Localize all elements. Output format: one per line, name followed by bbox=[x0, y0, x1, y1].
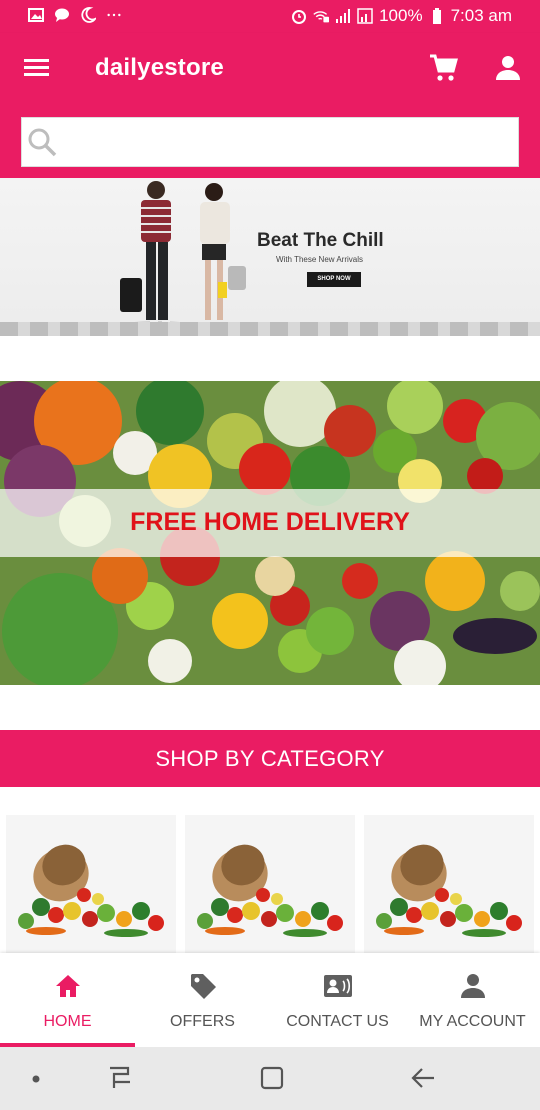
vegetable-basket-image bbox=[6, 815, 176, 955]
app-title: dailyestore bbox=[95, 54, 224, 81]
nav-my-account[interactable]: MY ACCOUNT bbox=[405, 953, 540, 1047]
alarm-icon bbox=[292, 10, 307, 24]
night-mode-icon bbox=[81, 7, 96, 23]
recent-apps-icon[interactable] bbox=[108, 1064, 134, 1092]
app-bar: dailyestore bbox=[0, 33, 540, 104]
category-card[interactable] bbox=[185, 815, 355, 955]
wooden-floor bbox=[0, 322, 540, 336]
more-notifications-icon bbox=[107, 13, 121, 17]
category-card[interactable] bbox=[364, 815, 534, 955]
free-delivery-banner[interactable]: FREE HOME DELIVERY bbox=[0, 381, 540, 685]
nav-home[interactable]: HOME bbox=[0, 953, 135, 1047]
search-input[interactable] bbox=[66, 118, 516, 166]
back-arrow-icon[interactable] bbox=[410, 1064, 436, 1092]
gallery-notification-icon bbox=[28, 8, 44, 22]
nav-contact-us-label: CONTACT US bbox=[286, 1013, 389, 1030]
shop-now-button[interactable]: SHOP NOW bbox=[307, 272, 361, 287]
signal-icon bbox=[336, 9, 351, 23]
bottom-navigation: HOME OFFERS CONTACT US MY ACCOUNT bbox=[0, 953, 540, 1047]
clock: 7:03 am bbox=[450, 6, 512, 25]
hamburger-menu-icon[interactable] bbox=[22, 53, 52, 83]
nav-contact-us[interactable]: CONTACT US bbox=[270, 953, 405, 1047]
vegetable-basket-image bbox=[185, 815, 355, 955]
banner-headline: Beat The Chill bbox=[257, 230, 384, 251]
fashion-promo-banner[interactable]: Beat The Chill With These New Arrivals S… bbox=[0, 178, 540, 336]
search-bar-container bbox=[0, 104, 540, 178]
nav-home-label: HOME bbox=[43, 1013, 92, 1030]
battery-level: 100% bbox=[379, 6, 423, 25]
wifi-calling-icon bbox=[313, 11, 330, 23]
user-account-icon[interactable] bbox=[494, 54, 522, 82]
dot-icon[interactable] bbox=[30, 1073, 42, 1085]
contact-card-icon bbox=[323, 975, 352, 997]
search-box[interactable] bbox=[21, 117, 519, 167]
message-notification-icon bbox=[55, 8, 69, 22]
nav-offers[interactable]: OFFERS bbox=[135, 953, 270, 1047]
vegetable-basket-image bbox=[364, 815, 534, 955]
delivery-text: FREE HOME DELIVERY bbox=[130, 508, 410, 536]
home-square-icon[interactable] bbox=[259, 1064, 285, 1092]
category-card[interactable] bbox=[6, 815, 176, 955]
models-image bbox=[119, 181, 246, 331]
shop-by-category-header: SHOP BY CATEGORY bbox=[0, 730, 540, 787]
battery-icon bbox=[432, 8, 441, 24]
tag-icon bbox=[190, 974, 216, 999]
search-icon bbox=[28, 128, 57, 157]
nav-my-account-label: MY ACCOUNT bbox=[419, 1013, 526, 1030]
home-icon bbox=[55, 975, 80, 997]
system-navigation-bar bbox=[0, 1047, 540, 1110]
status-bar: 100% 7:03 am bbox=[0, 0, 540, 33]
signal-2-icon bbox=[357, 8, 373, 24]
nav-offers-label: OFFERS bbox=[170, 1013, 235, 1030]
shopping-cart-icon[interactable] bbox=[428, 53, 458, 83]
person-icon bbox=[460, 974, 485, 998]
banner-subline: With These New Arrivals bbox=[276, 255, 363, 264]
